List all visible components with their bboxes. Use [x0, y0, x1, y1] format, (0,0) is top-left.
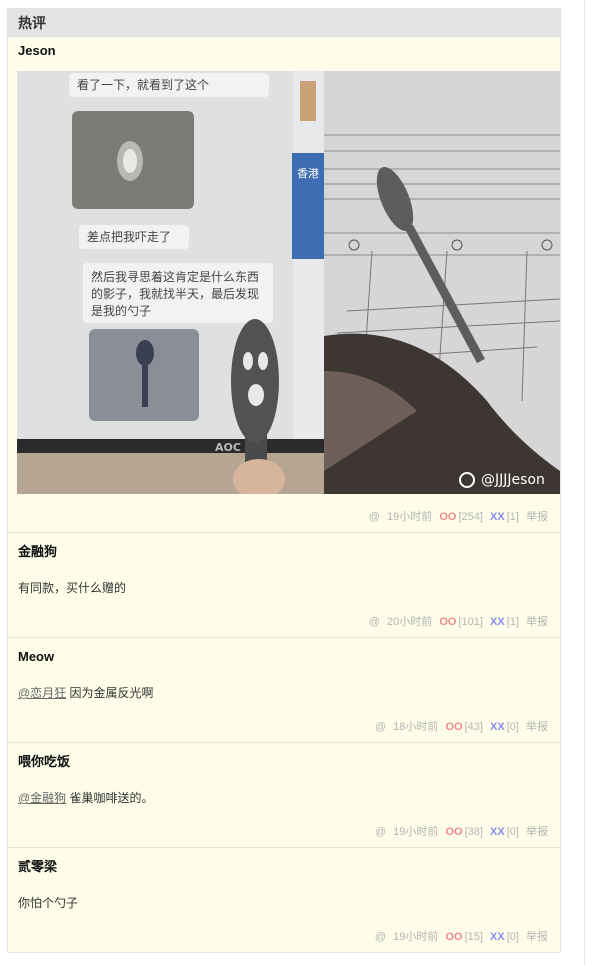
oo-count: 43: [467, 721, 480, 733]
chat-line: 的影子，我就找半天，最后发现: [91, 286, 259, 301]
comment-body: 你怕个勺子: [18, 896, 79, 910]
watermark-text: @JJJJeson: [481, 472, 545, 488]
at-icon: @: [374, 721, 387, 733]
chat-line: 差点把我吓走了: [87, 230, 171, 244]
comment-text: 你怕个勺子: [8, 895, 560, 911]
chat-line: 然后我寻思着这肯定是什么东西: [91, 269, 259, 284]
comment-time: 18小时前: [393, 721, 439, 733]
oo-count: 254: [461, 511, 480, 523]
comment-author[interactable]: 贰零梁: [8, 848, 560, 874]
comment-item: 贰零梁 你怕个勺子 @ 19小时前 OO [15] XX [0] 举报: [7, 848, 561, 953]
oo-count: 15: [467, 931, 480, 943]
comment-meta: @ 19小时前 OO [15] XX [0] 举报: [374, 931, 548, 943]
oo-vote-button[interactable]: OO: [445, 931, 462, 943]
at-icon: @: [374, 931, 387, 943]
comment-time: 19小时前: [393, 826, 439, 838]
oo-vote-button[interactable]: OO: [445, 826, 462, 838]
oo-count: 101: [461, 616, 480, 628]
comment-text: @恋月狂 因为金属反光啊: [8, 685, 560, 701]
report-link[interactable]: 举报: [526, 616, 548, 628]
xx-vote-button[interactable]: XX: [490, 931, 505, 943]
xx-vote-button[interactable]: XX: [490, 826, 505, 838]
monitor-brand: AOC: [215, 441, 241, 454]
side-ad-text: 香港: [297, 167, 319, 180]
comment-body: 因为金属反光啊: [66, 686, 154, 700]
comment-time: 20小时前: [387, 616, 433, 628]
chat-line: 是我的勺子: [91, 303, 151, 318]
section-title: 热评: [7, 8, 561, 37]
comment-item: 喂你吃饭 @金融狗 雀巢咖啡送的。 @ 19小时前 OO [38] XX [0] 举…: [7, 743, 561, 848]
oo-vote-button[interactable]: OO: [439, 511, 456, 523]
mention-link[interactable]: @金融狗: [18, 791, 66, 805]
comment-item: 金融狗 有同款，买什么赠的 @ 20小时前 OO [101] XX [1] 举报: [7, 533, 561, 638]
at-icon: @: [374, 826, 387, 838]
comment-item: Jeson 香港 看了一下，就看到了这个 差点把我吓走了 然后我寻思着这肯定是什…: [7, 37, 561, 533]
report-link[interactable]: 举报: [526, 511, 548, 523]
comment-meta: @ 19小时前 OO [254] XX [1] 举报: [368, 511, 548, 523]
comment-photo[interactable]: 香港 看了一下，就看到了这个 差点把我吓走了 然后我寻思着这肯定是什么东西 的影…: [17, 71, 560, 494]
comment-body: 有同款，买什么赠的: [18, 581, 127, 595]
right-divider: [584, 0, 585, 965]
at-icon: @: [368, 511, 380, 523]
comment-item: Meow @恋月狂 因为金属反光啊 @ 18小时前 OO [43] XX [0] 举…: [7, 638, 561, 743]
chat-line: 看了一下，就看到了这个: [77, 77, 209, 92]
comment-body: 雀巢咖啡送的。: [66, 791, 154, 805]
oo-vote-button[interactable]: OO: [445, 721, 462, 733]
xx-vote-button[interactable]: XX: [490, 616, 505, 628]
comment-text: @金融狗 雀巢咖啡送的。: [8, 790, 560, 806]
xx-vote-button[interactable]: XX: [490, 511, 505, 523]
xx-count: 1: [509, 616, 516, 628]
mention-link[interactable]: @恋月狂: [18, 686, 66, 700]
report-link[interactable]: 举报: [526, 721, 548, 733]
comment-author[interactable]: 喂你吃饭: [8, 743, 560, 769]
comment-author[interactable]: 金融狗: [8, 533, 560, 559]
comment-meta: @ 20小时前 OO [101] XX [1] 举报: [368, 616, 548, 628]
xx-count: 0: [509, 721, 516, 733]
xx-vote-button[interactable]: XX: [490, 721, 505, 733]
report-link[interactable]: 举报: [526, 931, 548, 943]
comment-author[interactable]: Jeson: [8, 37, 560, 58]
at-icon: @: [368, 616, 380, 628]
xx-count: 1: [509, 511, 516, 523]
comment-meta: @ 19小时前 OO [38] XX [0] 举报: [374, 826, 548, 838]
oo-count: 38: [467, 826, 480, 838]
xx-count: 0: [509, 826, 516, 838]
comment-time: 19小时前: [393, 931, 439, 943]
comment-author[interactable]: Meow: [8, 638, 560, 664]
oo-vote-button[interactable]: OO: [439, 616, 456, 628]
xx-count: 0: [509, 931, 516, 943]
comment-time: 19小时前: [387, 511, 433, 523]
comment-text: 有同款，买什么赠的: [8, 580, 560, 596]
comment-meta: @ 18小时前 OO [43] XX [0] 举报: [374, 721, 548, 733]
report-link[interactable]: 举报: [526, 826, 548, 838]
hot-comments-panel: 热评 Jeson 香港 看了一下，就看到了这个 差点把我吓走了 然后我寻思着这肯…: [7, 8, 561, 953]
